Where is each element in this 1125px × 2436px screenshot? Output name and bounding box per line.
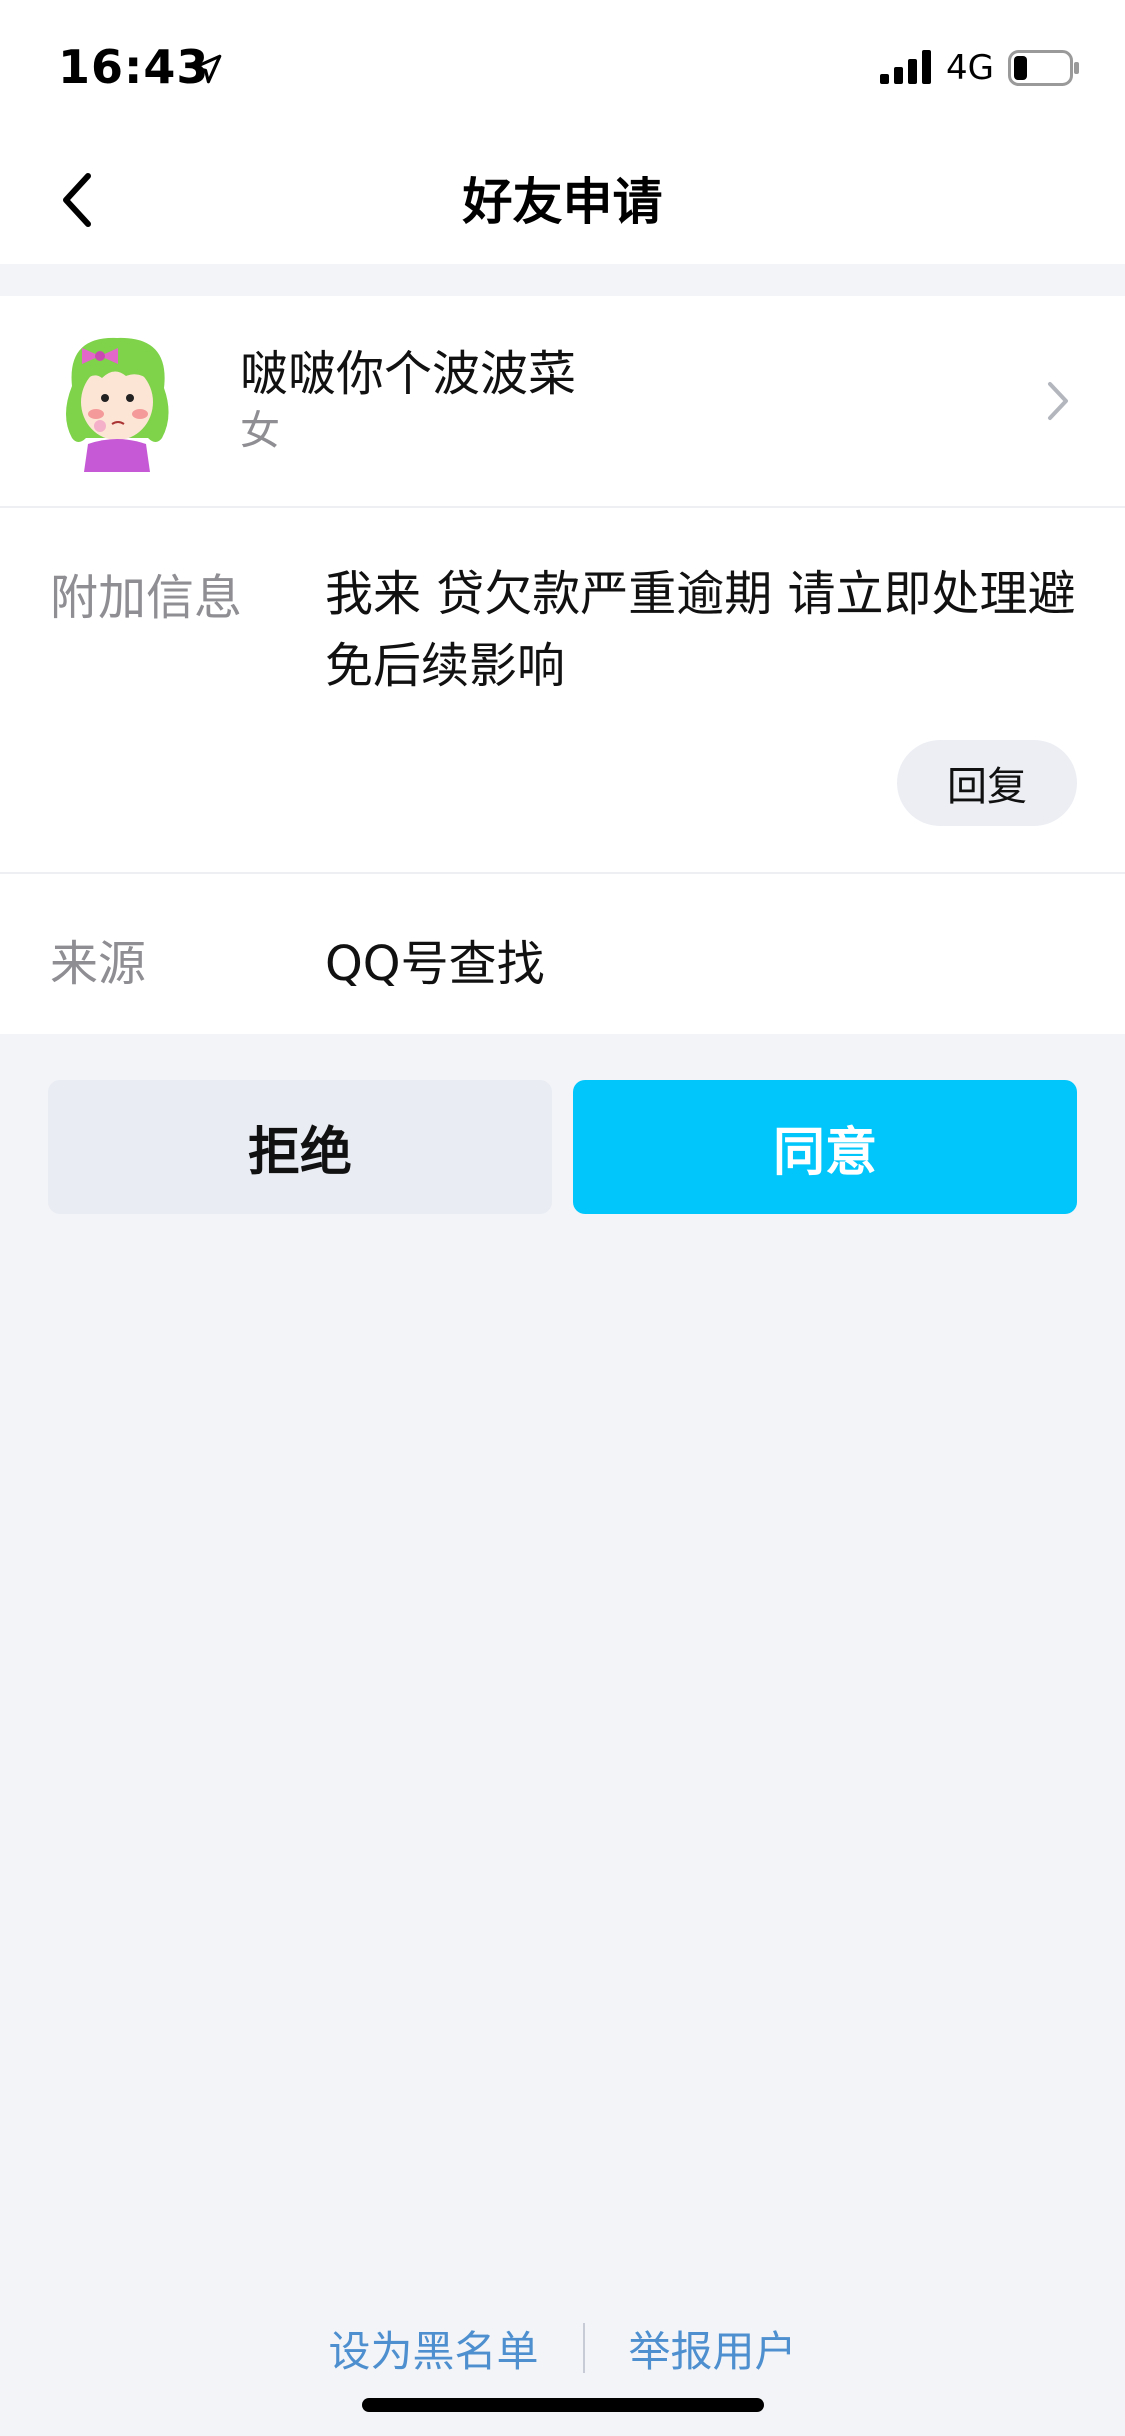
avatar [66,337,169,472]
extra-info-section: 附加信息 我来 贷欠款严重逾期 请立即处理避免后续影响 回复 [0,508,1125,872]
chevron-left-icon [63,173,91,227]
profile-gender: 女 [240,408,280,454]
cellular-signal-icon [880,50,931,84]
profile-card[interactable]: 啵啵你个波波菜 女 [0,296,1125,506]
network-type: 4G [946,48,994,88]
blacklist-link[interactable]: 设为黑名单 [284,2318,582,2379]
accept-button[interactable]: 同意 [573,1080,1077,1214]
report-user-link[interactable]: 举报用户 [585,2318,841,2379]
status-time: 16:43 [58,40,210,94]
status-bar: 16:43 4G [0,0,1125,132]
page-title: 好友申请 [462,173,663,231]
extra-info-label: 附加信息 [50,570,243,626]
battery-icon [1008,50,1079,86]
back-button[interactable] [36,160,116,240]
source-label: 来源 [50,936,147,992]
location-arrow-icon [192,54,222,84]
reject-button[interactable]: 拒绝 [48,1080,552,1214]
footer-links: 设为黑名单 举报用户 [0,2318,1125,2378]
extra-info-message: 我来 贷欠款严重逾期 请立即处理避免后续影响 [325,566,1076,694]
chevron-right-icon [1048,382,1068,420]
home-indicator[interactable] [362,2398,764,2412]
battery-fill [1014,56,1027,80]
profile-name: 啵啵你个波波菜 [240,346,577,402]
source-value: QQ号查找 [325,936,545,992]
source-section: 来源 QQ号查找 [0,874,1125,1034]
reply-button[interactable]: 回复 [897,740,1077,826]
nav-bar: 好友申请 [0,132,1125,264]
